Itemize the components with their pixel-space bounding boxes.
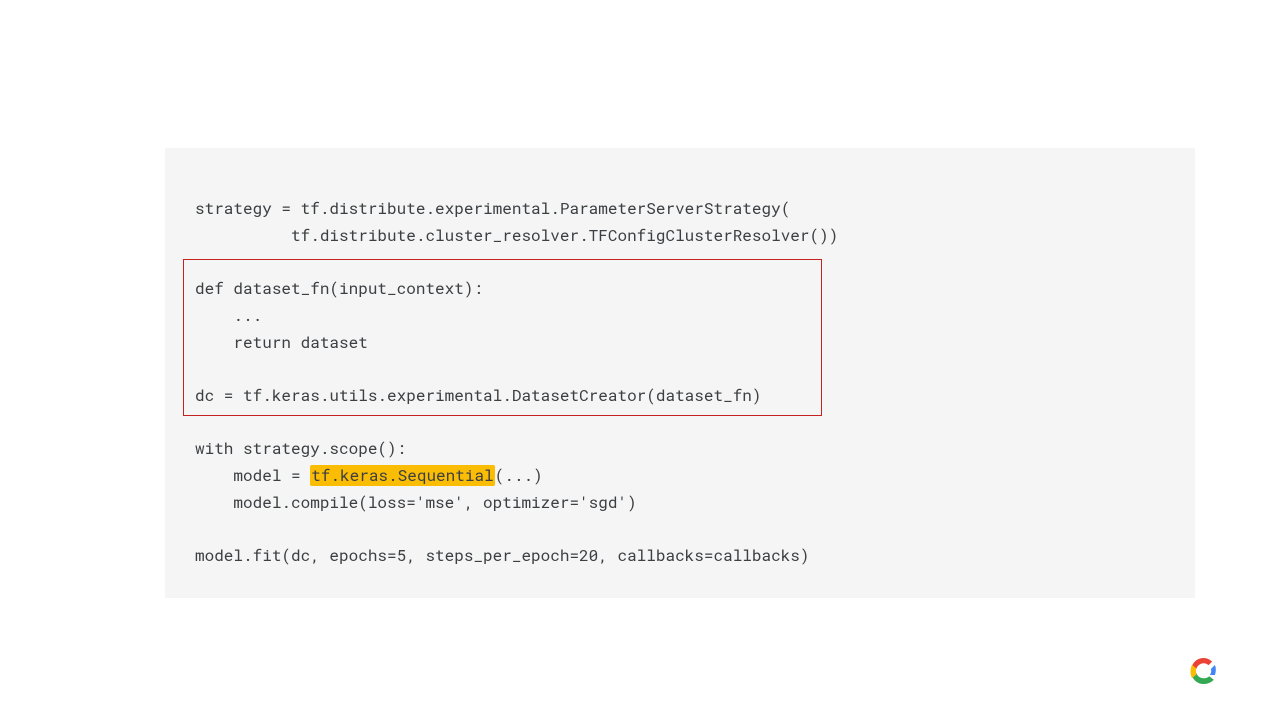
code-line-14: model.fit(dc, epochs=5, steps_per_epoch=… (195, 545, 810, 566)
code-content: strategy = tf.distribute.experimental.Pa… (195, 196, 1165, 570)
code-line-2: tf.distribute.cluster_resolver.TFConfigC… (195, 225, 838, 246)
google-cloud-icon (1188, 658, 1220, 684)
code-block: strategy = tf.distribute.experimental.Pa… (165, 148, 1195, 598)
code-line-10: with strategy.scope(): (195, 438, 406, 459)
code-line-8: dc = tf.keras.utils.experimental.Dataset… (195, 385, 762, 406)
code-line-12: model.compile(loss='mse', optimizer='sgd… (195, 492, 637, 513)
code-line-5: ... (195, 305, 262, 326)
highlight-sequential: tf.keras.Sequential (310, 465, 494, 486)
code-line-11-pre: model = (195, 465, 310, 486)
code-line-4: def dataset_fn(input_context): (195, 278, 483, 299)
code-line-11-post: (...) (495, 465, 543, 486)
code-line-6: return dataset (195, 332, 368, 353)
code-line-1: strategy = tf.distribute.experimental.Pa… (195, 198, 790, 219)
